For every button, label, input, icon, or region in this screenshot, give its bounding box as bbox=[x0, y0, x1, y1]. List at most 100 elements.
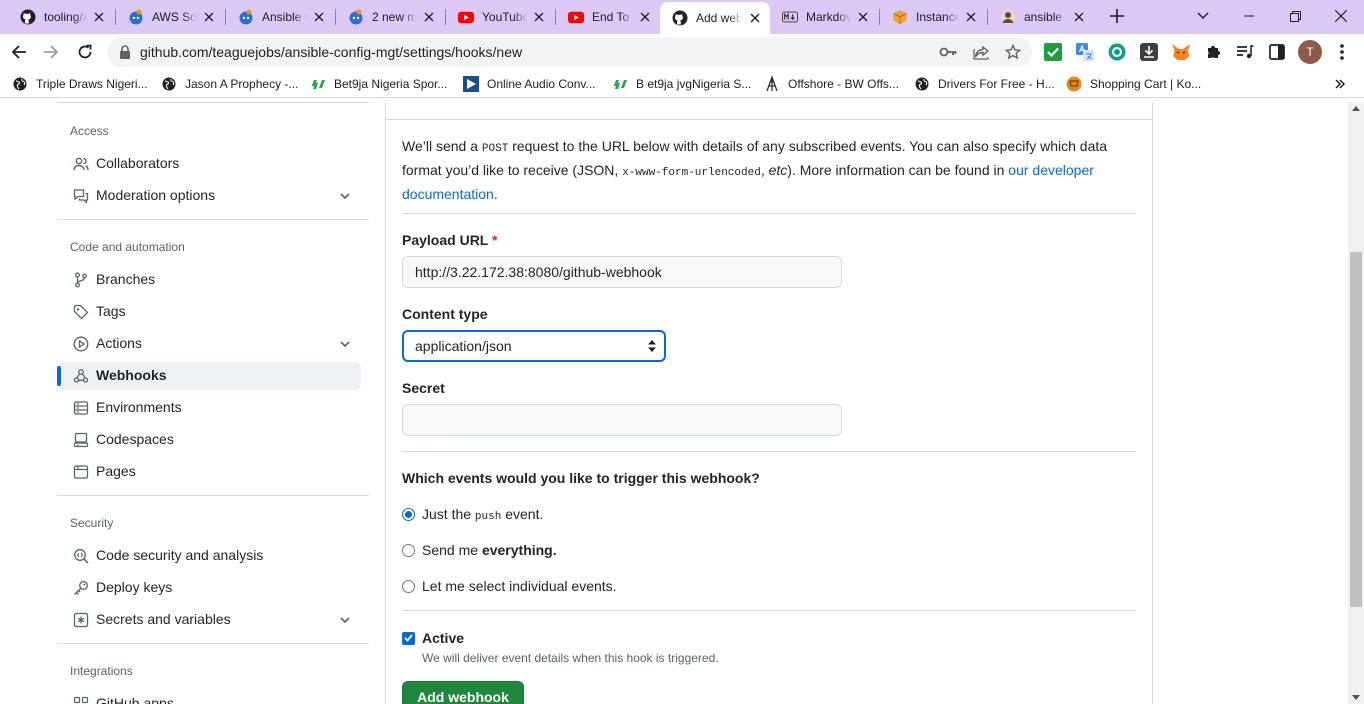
chevron-down-icon bbox=[1197, 12, 1209, 20]
content-type-select[interactable]: application/json bbox=[402, 330, 666, 362]
close-icon[interactable] bbox=[747, 10, 763, 26]
intro-code-post: POST bbox=[481, 143, 509, 155]
sidebar-item-label: Deploy keys bbox=[96, 579, 173, 595]
bookmarks-overflow-button[interactable] bbox=[1335, 75, 1345, 93]
radio-button[interactable] bbox=[402, 543, 415, 557]
close-icon[interactable] bbox=[91, 9, 107, 25]
browser-tab[interactable]: YouTube bbox=[446, 0, 554, 34]
browser-tab-active[interactable]: Add web bbox=[660, 2, 770, 34]
key-asterisk-icon bbox=[73, 612, 89, 628]
globe-icon bbox=[12, 76, 28, 92]
tag-icon bbox=[73, 304, 89, 320]
side-panel-icon[interactable] bbox=[1267, 42, 1287, 62]
bookmark-label: Bet9ja Nigeria Spor... bbox=[334, 77, 448, 91]
sidebar-item-webhooks[interactable]: Webhooks bbox=[57, 362, 361, 390]
event-option-label: Send me everything. bbox=[422, 542, 557, 558]
intro-text-part: , bbox=[760, 162, 769, 178]
profile-avatar[interactable]: T bbox=[1298, 40, 1322, 64]
forward-button[interactable] bbox=[35, 36, 67, 68]
sidebar-item-label: Actions bbox=[96, 335, 142, 351]
close-icon[interactable] bbox=[637, 9, 653, 25]
bookmark-item[interactable]: B et9ja jvgNigeria S... bbox=[612, 75, 751, 93]
radio-button-checked[interactable] bbox=[402, 507, 415, 521]
grammar-extension-icon[interactable] bbox=[1107, 42, 1127, 62]
event-option-push[interactable]: Just the push event. bbox=[402, 505, 543, 523]
sidebar-item-codespaces[interactable]: Codespaces bbox=[57, 426, 361, 454]
sidebar-item-label: Webhooks bbox=[96, 367, 167, 383]
browser-menu-icon[interactable] bbox=[1332, 42, 1352, 62]
browser-tab[interactable]: Markdov bbox=[770, 0, 878, 34]
scrollbar-thumb[interactable] bbox=[1350, 252, 1362, 607]
bookmark-item[interactable]: Triple Draws Nigeri... bbox=[12, 75, 148, 93]
active-checkbox-row[interactable]: Active bbox=[402, 629, 464, 647]
page-scrollbar[interactable] bbox=[1348, 102, 1364, 704]
browser-tab[interactable]: Ansible C bbox=[226, 0, 334, 34]
sidebar-section-title: Access bbox=[70, 124, 109, 138]
bookmark-item[interactable]: Drivers For Free - H... bbox=[914, 75, 1055, 93]
browser-tab[interactable]: tooling/A bbox=[8, 0, 114, 34]
sidebar-item-branches[interactable]: Branches bbox=[57, 266, 361, 294]
sidebar-item-label: Moderation options bbox=[96, 187, 216, 203]
youtube-icon bbox=[458, 9, 474, 25]
bookmark-item[interactable]: Shopping Cart | Ko... bbox=[1066, 75, 1201, 93]
minimize-button[interactable] bbox=[1226, 0, 1272, 32]
sidebar-item-moderation-options[interactable]: Moderation options bbox=[57, 182, 361, 210]
new-tab-button[interactable] bbox=[1094, 0, 1140, 32]
add-webhook-button[interactable]: Add webhook bbox=[402, 681, 524, 704]
browser-toolbar: github.com/teaguejobs/ansible-config-mgt… bbox=[0, 34, 1364, 70]
event-label-text: Send me bbox=[422, 542, 482, 558]
active-checkbox[interactable] bbox=[402, 631, 415, 645]
share-icon[interactable] bbox=[973, 44, 991, 60]
tab-search-button[interactable] bbox=[1180, 0, 1226, 32]
checkmark-extension-icon[interactable] bbox=[1043, 42, 1063, 62]
download-extension-icon[interactable] bbox=[1139, 42, 1159, 62]
scroll-down-arrow-icon[interactable] bbox=[1352, 695, 1360, 700]
close-icon[interactable] bbox=[963, 9, 979, 25]
password-key-icon[interactable] bbox=[939, 44, 957, 60]
close-icon[interactable] bbox=[311, 9, 327, 25]
bookmark-item[interactable]: Online Audio Conv... bbox=[463, 75, 596, 93]
bookmark-item[interactable]: Offshore - BW Offs... bbox=[764, 75, 899, 93]
scroll-up-arrow-icon[interactable] bbox=[1352, 106, 1360, 111]
sidebar-item-environments[interactable]: Environments bbox=[57, 394, 361, 422]
browser-tab[interactable]: End To E bbox=[556, 0, 660, 34]
sidebar-item-label: GitHub apps bbox=[96, 695, 174, 704]
close-icon[interactable] bbox=[201, 9, 217, 25]
close-icon[interactable] bbox=[531, 9, 547, 25]
sidebar-item-label: Secrets and variables bbox=[96, 611, 231, 627]
sidebar-item-pages[interactable]: Pages bbox=[57, 458, 361, 486]
browser-tab[interactable]: Instance bbox=[880, 0, 986, 34]
sidebar-item-deploy-keys[interactable]: Deploy keys bbox=[57, 574, 361, 602]
extensions-puzzle-icon[interactable] bbox=[1203, 42, 1223, 62]
bookmark-star-icon[interactable] bbox=[1005, 44, 1021, 60]
media-playlist-icon[interactable] bbox=[1235, 42, 1255, 62]
bookmark-item[interactable]: Jason A Prophecy -... bbox=[161, 75, 298, 93]
page-content: Access Collaborators Moderation options … bbox=[0, 102, 1348, 704]
event-option-individual[interactable]: Let me select individual events. bbox=[402, 577, 617, 595]
event-option-everything[interactable]: Send me everything. bbox=[402, 541, 557, 559]
browser-tab[interactable]: 2 new m bbox=[336, 0, 444, 34]
close-icon[interactable] bbox=[855, 9, 871, 25]
sidebar-item-github-apps[interactable]: GitHub apps bbox=[57, 690, 361, 704]
sidebar-item-collaborators[interactable]: Collaborators bbox=[57, 150, 361, 178]
radio-button[interactable] bbox=[402, 579, 415, 593]
restore-button[interactable] bbox=[1272, 0, 1318, 32]
address-bar[interactable]: github.com/teaguejobs/ansible-config-mgt… bbox=[107, 37, 1032, 67]
close-icon[interactable] bbox=[1071, 9, 1087, 25]
sidebar-item-label: Collaborators bbox=[96, 155, 180, 171]
reload-button[interactable] bbox=[69, 36, 101, 68]
secret-input[interactable] bbox=[402, 404, 842, 436]
browser-tab[interactable]: ansible C bbox=[988, 0, 1094, 34]
sidebar-item-actions[interactable]: Actions bbox=[57, 330, 361, 358]
payload-url-input[interactable]: http://3.22.172.38:8080/github-webhook bbox=[402, 256, 842, 288]
sidebar-item-secrets-and-variables[interactable]: Secrets and variables bbox=[57, 606, 361, 634]
close-window-button[interactable] bbox=[1318, 0, 1364, 32]
metamask-fox-icon[interactable] bbox=[1171, 42, 1191, 62]
close-icon[interactable] bbox=[421, 9, 437, 25]
bookmark-item[interactable]: Bet9ja Nigeria Spor... bbox=[310, 75, 447, 93]
translate-extension-icon[interactable] bbox=[1075, 42, 1095, 62]
browser-tab[interactable]: AWS Sol bbox=[116, 0, 224, 34]
sidebar-item-code-security[interactable]: Code security and analysis bbox=[57, 542, 361, 570]
back-button[interactable] bbox=[3, 36, 35, 68]
sidebar-item-tags[interactable]: Tags bbox=[57, 298, 361, 326]
